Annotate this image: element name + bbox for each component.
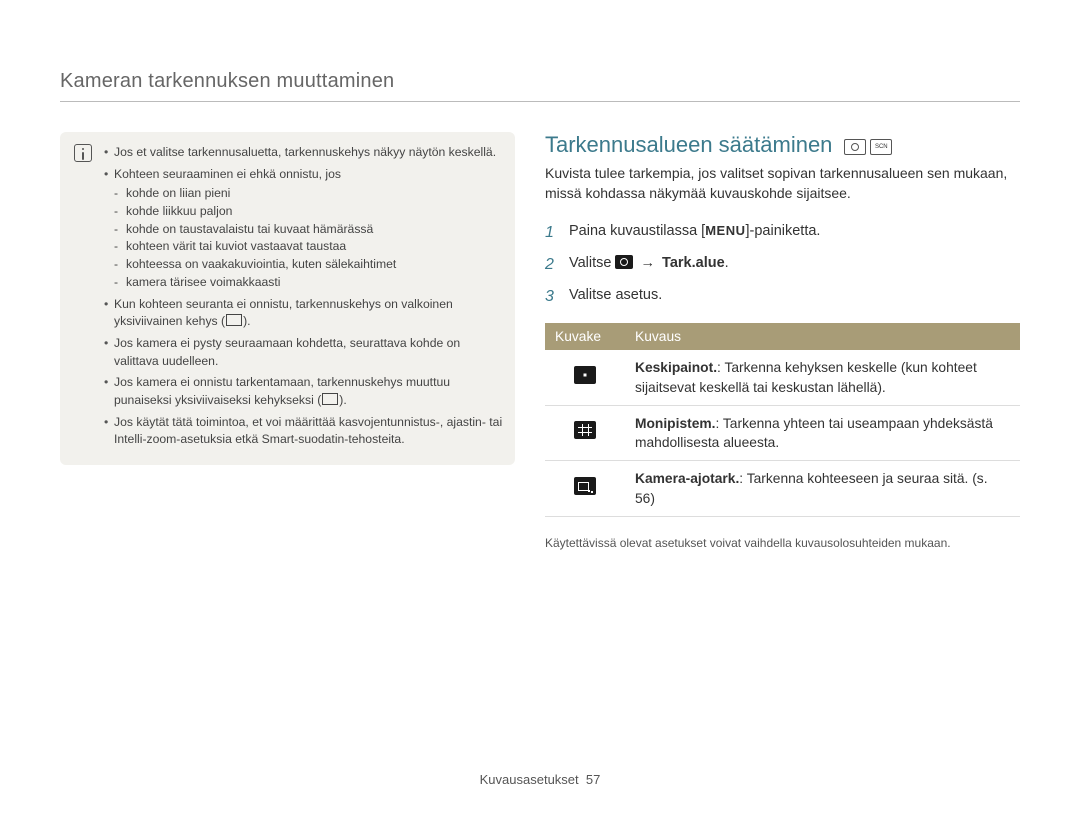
note-item-text: Kohteen seuraaminen ei ehkä onnistu, jos [114,167,341,181]
step2-end: . [725,255,729,271]
mode-icons: SCN [844,139,892,155]
note-item: Jos kamera ei pysty seuraamaan kohdetta,… [104,335,503,370]
scene-mode-icon: SCN [870,139,892,155]
options-table: Kuvake Kuvaus Keskipainot.: Tarkenna keh… [545,323,1020,517]
page-footer: Kuvausasetukset 57 [0,772,1080,787]
camera-mode-icon [844,139,866,155]
note-text-a: Kun kohteen seuranta ei onnistu, tarkenn… [114,297,453,329]
table-cell: Monipistem.: Tarkenna yhteen tai useampa… [625,405,1020,461]
note-subitem: kohde on taustavalaistu tai kuvaat hämär… [114,221,503,239]
note-item: Kun kohteen seuranta ei onnistu, tarkenn… [104,296,503,331]
table-row: Kamera-ajotark.: Tarkenna kohteeseen ja … [545,461,1020,517]
note-item: Kohteen seuraaminen ei ehkä onnistu, jos… [104,166,503,292]
info-icon [74,144,94,453]
footer-page: 57 [586,772,600,787]
white-frame-icon [226,314,242,326]
step-text: Valitse asetus. [569,285,662,309]
note-list: Jos et valitse tarkennusaluetta, tarkenn… [104,144,503,453]
note-subitem: kohde on liian pieni [114,185,503,203]
step-3: 3 Valitse asetus. [545,285,1020,309]
note-box: Jos et valitse tarkennusaluetta, tarkenn… [60,132,515,465]
note-item: Jos käytät tätä toimintoa, et voi määrit… [104,414,503,449]
footer-section: Kuvausasetukset [480,772,579,787]
section-title: Tarkennusalueen säätäminen [545,132,832,157]
center-focus-icon-cell [545,350,625,405]
opt-name: Monipistem. [635,416,715,431]
note-sublist: kohde on liian pieni kohde liikkuu paljo… [114,185,503,291]
camera-icon [615,255,633,269]
step1-a: Paina kuvaustilassa [ [569,223,705,239]
step-text: Paina kuvaustilassa [MENU]-painiketta. [569,221,820,245]
note-text-b: ). [243,314,250,328]
arrow-right-icon: → [641,253,656,275]
section-heading-row: Tarkennusalueen säätäminen SCN [545,132,1020,158]
tracking-focus-icon-cell [545,461,625,517]
table-row: Monipistem.: Tarkenna yhteen tai useampa… [545,405,1020,461]
step-2: 2 Valitse → Tark.alue. [545,253,1020,277]
center-focus-icon [574,366,596,384]
right-column: Tarkennusalueen säätäminen SCN Kuvista t… [545,132,1020,552]
opt-name: Keskipainot. [635,360,717,375]
menu-button-icon: MENU [705,221,745,241]
note-item: Jos et valitse tarkennusaluetta, tarkenn… [104,144,503,162]
tracking-focus-icon [574,477,596,495]
col-desc-header: Kuvaus [625,323,1020,350]
note-text-a: Jos kamera ei onnistu tarkentamaan, tark… [114,375,450,407]
section-footnote: Käytettävissä olevat asetukset voivat va… [545,535,1020,552]
step-number: 2 [545,253,559,277]
page-title: Kameran tarkennuksen muuttaminen [60,70,1020,102]
manual-page: Kameran tarkennuksen muuttaminen Jos et … [0,0,1080,815]
note-item: Jos kamera ei onnistu tarkentamaan, tark… [104,374,503,409]
step2-a: Valitse [569,255,615,271]
left-column: Jos et valitse tarkennusaluetta, tarkenn… [60,132,515,552]
multi-focus-icon [574,421,596,439]
step1-b: ]-painiketta. [746,223,821,239]
multi-focus-icon-cell [545,405,625,461]
step-1: 1 Paina kuvaustilassa [MENU]-painiketta. [545,221,1020,245]
step-number: 3 [545,285,559,309]
red-frame-icon [322,393,338,405]
note-subitem: kamera tärisee voimakkaasti [114,274,503,292]
opt-name: Kamera-ajotark. [635,471,739,486]
step-text: Valitse → Tark.alue. [569,253,729,277]
two-column-layout: Jos et valitse tarkennusaluetta, tarkenn… [60,132,1020,552]
table-cell: Keskipainot.: Tarkenna kehyksen keskelle… [625,350,1020,405]
table-cell: Kamera-ajotark.: Tarkenna kohteeseen ja … [625,461,1020,517]
section-intro: Kuvista tulee tarkempia, jos valitset so… [545,164,1020,203]
note-subitem: kohteessa on vaakakuviointia, kuten säle… [114,256,503,274]
col-icon-header: Kuvake [545,323,625,350]
note-text-b: ). [339,393,346,407]
note-subitem: kohteen värit tai kuviot vastaavat taust… [114,238,503,256]
step2-target: Tark.alue [662,255,725,271]
table-row: Keskipainot.: Tarkenna kehyksen keskelle… [545,350,1020,405]
note-subitem: kohde liikkuu paljon [114,203,503,221]
step-number: 1 [545,221,559,245]
